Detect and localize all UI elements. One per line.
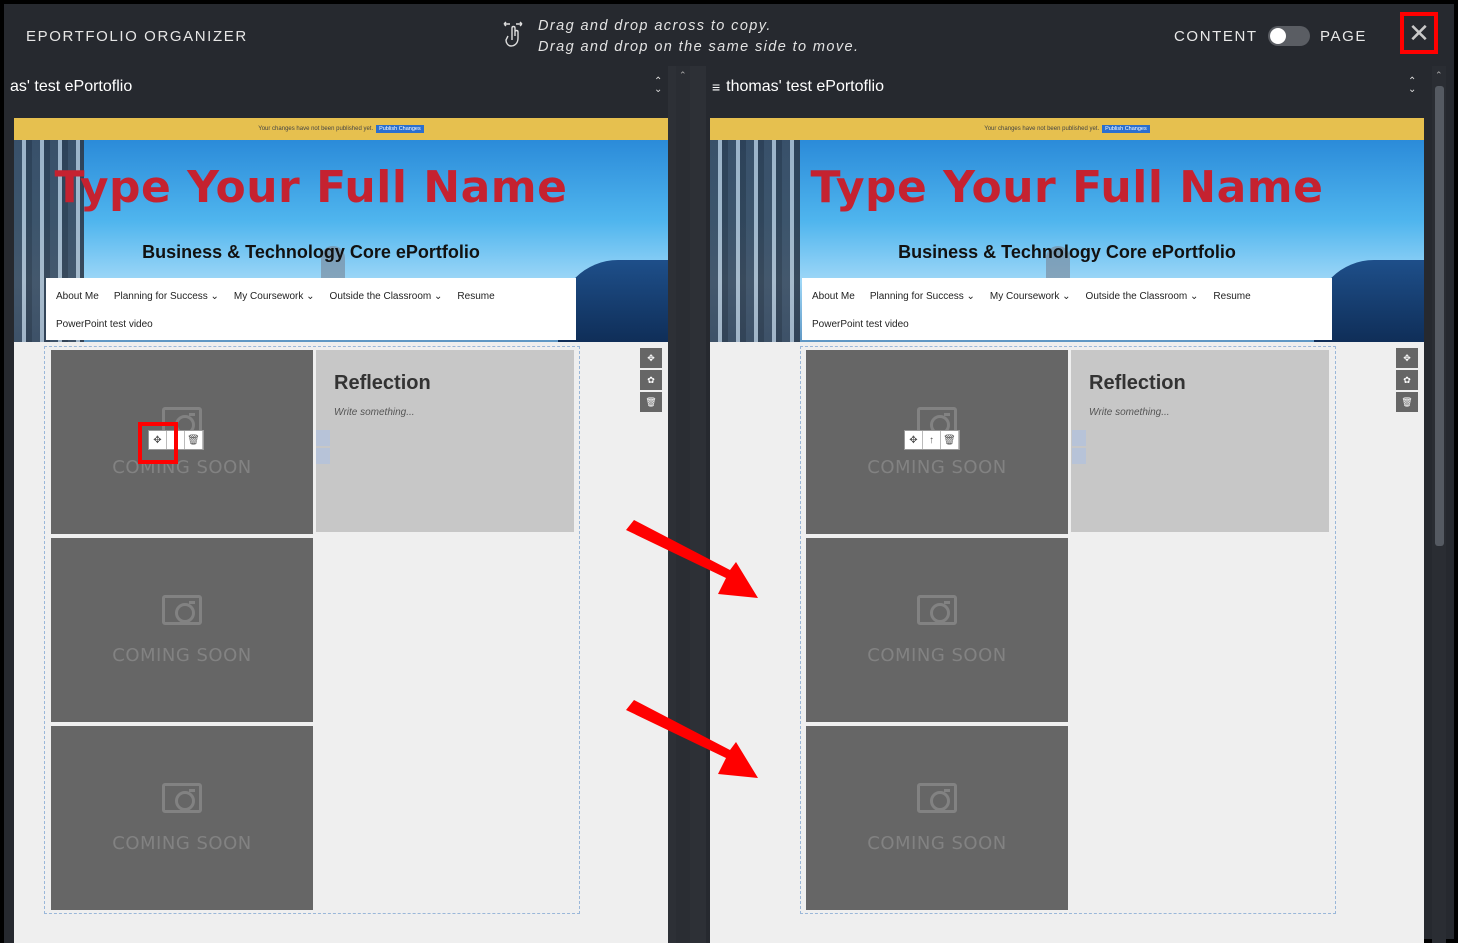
coming-soon-label: COMING SOON bbox=[112, 456, 252, 478]
coming-soon-label: COMING SOON bbox=[867, 644, 1007, 666]
block-toolbar: ✥ ↑ 🗑 bbox=[904, 430, 960, 450]
coming-soon-label: COMING SOON bbox=[867, 832, 1007, 854]
section-delete-icon[interactable]: 🗑 bbox=[640, 392, 662, 412]
right-portfolio-name: thomas' test ePortoflio bbox=[726, 78, 884, 95]
section-settings-icon[interactable]: ✿ bbox=[640, 370, 662, 390]
nav-powerpoint-test-video[interactable]: PowerPoint test video bbox=[812, 319, 909, 330]
photo-block[interactable]: COMING SOON bbox=[51, 538, 313, 722]
content-page-toggle[interactable] bbox=[1268, 26, 1310, 46]
right-portfolio-selector[interactable]: ≡ thomas' test ePortoflio ⌃ ⌄ bbox=[706, 66, 1424, 108]
site-subtitle: Business & Technology Core ePortfolio bbox=[142, 242, 480, 262]
left-scrollbar[interactable]: ⌃ bbox=[676, 66, 690, 943]
reflection-block[interactable]: Reflection Write something... bbox=[1071, 350, 1329, 532]
eportfolio-organizer-window: EPORTFOLIO ORGANIZER Drag and drop acros… bbox=[0, 0, 1458, 943]
close-icon: ✕ bbox=[1408, 18, 1430, 48]
section-delete-icon[interactable]: 🗑 bbox=[1396, 392, 1418, 412]
pane-divider: ⌃ bbox=[668, 66, 706, 943]
arrow-up-icon[interactable]: ↑ bbox=[923, 431, 941, 449]
coming-soon-label: COMING SOON bbox=[112, 832, 252, 854]
section-move-icon[interactable]: ✥ bbox=[1396, 348, 1418, 368]
left-pane: as' test ePortoflio ⌃ ⌄ Your changes have… bbox=[4, 66, 668, 943]
photo-block[interactable]: COMING SOON bbox=[806, 538, 1068, 722]
site-nav: About Me Planning for Success ⌄ My Cours… bbox=[46, 278, 576, 340]
left-page-preview: Your changes have not been published yet… bbox=[14, 118, 668, 943]
drag-hand-icon bbox=[503, 21, 523, 47]
nav-outside-the-classroom[interactable]: Outside the Classroom ⌄ bbox=[1086, 291, 1199, 302]
left-portfolio-name: as' test ePortoflio bbox=[10, 78, 133, 95]
site-name: Type Your Full Name bbox=[810, 162, 1324, 213]
scroll-up-icon[interactable]: ⌃ bbox=[1435, 70, 1443, 81]
section-toolbar: ✥ ✿ 🗑 bbox=[640, 348, 662, 412]
hint-move: Drag and drop on the same side to move. bbox=[538, 39, 860, 55]
building-image bbox=[710, 140, 800, 342]
right-pane: ≡ thomas' test ePortoflio ⌃ ⌄ Your change… bbox=[706, 66, 1424, 943]
section-move-icon[interactable]: ✥ bbox=[640, 348, 662, 368]
section-settings-icon[interactable]: ✿ bbox=[1396, 370, 1418, 390]
top-bar: EPORTFOLIO ORGANIZER Drag and drop acros… bbox=[4, 4, 1454, 66]
nav-my-coursework[interactable]: My Coursework ⌄ bbox=[990, 291, 1071, 302]
app-title: EPORTFOLIO ORGANIZER bbox=[26, 28, 248, 45]
site-name: Type Your Full Name bbox=[54, 162, 568, 213]
coming-soon-label: COMING SOON bbox=[112, 644, 252, 666]
site-subtitle: Business & Technology Core ePortfolio bbox=[898, 242, 1236, 262]
notice-text: Your changes have not been published yet… bbox=[984, 126, 1100, 132]
reflection-block[interactable]: Reflection Write something... bbox=[316, 350, 574, 532]
trash-icon[interactable]: 🗑 bbox=[185, 431, 203, 449]
nav-resume[interactable]: Resume bbox=[1213, 291, 1250, 302]
mode-page-label: PAGE bbox=[1320, 28, 1367, 45]
scroll-thumb[interactable] bbox=[1435, 86, 1444, 546]
camera-icon bbox=[917, 782, 957, 813]
hint-copy: Drag and drop across to copy. bbox=[538, 18, 772, 34]
move-icon[interactable]: ✥ bbox=[905, 431, 923, 449]
right-page-preview: Your changes have not been published yet… bbox=[710, 118, 1424, 943]
drag-hint-text: Drag and drop across to copy. Drag and d… bbox=[538, 16, 859, 58]
publish-changes-button[interactable]: Publish Changes bbox=[1102, 125, 1150, 133]
move-handle-highlight bbox=[138, 422, 178, 464]
nav-outside-the-classroom[interactable]: Outside the Classroom ⌄ bbox=[330, 291, 443, 302]
nav-planning-for-success[interactable]: Planning for Success ⌄ bbox=[114, 291, 219, 302]
nav-resume[interactable]: Resume bbox=[457, 291, 494, 302]
unpublished-notice: Your changes have not been published yet… bbox=[710, 118, 1424, 140]
column-handle[interactable] bbox=[1072, 430, 1086, 466]
camera-icon bbox=[162, 594, 202, 625]
list-icon: ≡ bbox=[712, 79, 721, 95]
nav-about-me[interactable]: About Me bbox=[812, 291, 855, 302]
photo-block[interactable]: COMING SOON bbox=[51, 726, 313, 910]
reflection-title: Reflection bbox=[1089, 372, 1186, 394]
publish-changes-button[interactable]: Publish Changes bbox=[376, 125, 424, 133]
section-toolbar: ✥ ✿ 🗑 bbox=[1396, 348, 1418, 412]
scroll-up-icon[interactable]: ⌃ bbox=[679, 70, 687, 81]
mode-content-label: CONTENT bbox=[1174, 28, 1258, 45]
unpublished-notice: Your changes have not been published yet… bbox=[14, 118, 668, 140]
camera-icon bbox=[917, 594, 957, 625]
nav-my-coursework[interactable]: My Coursework ⌄ bbox=[234, 291, 315, 302]
camera-icon bbox=[162, 782, 202, 813]
reflection-body: Write something... bbox=[1089, 407, 1170, 418]
right-scrollbar[interactable]: ⌃ bbox=[1432, 66, 1446, 943]
toggle-knob bbox=[1270, 28, 1286, 44]
column-handle[interactable] bbox=[316, 430, 330, 466]
select-arrows-icon: ⌃ ⌄ bbox=[654, 76, 663, 95]
nav-planning-for-success[interactable]: Planning for Success ⌄ bbox=[870, 291, 975, 302]
reflection-body: Write something... bbox=[334, 407, 415, 418]
site-nav: About Me Planning for Success ⌄ My Cours… bbox=[802, 278, 1332, 340]
select-arrows-icon: ⌃ ⌄ bbox=[1408, 76, 1417, 95]
close-button[interactable]: ✕ bbox=[1400, 12, 1438, 54]
left-portfolio-selector[interactable]: as' test ePortoflio ⌃ ⌄ bbox=[4, 66, 668, 108]
trash-icon[interactable]: 🗑 bbox=[941, 431, 959, 449]
annotation-arrow-icon bbox=[626, 700, 758, 778]
annotation-arrow-icon bbox=[626, 520, 758, 598]
nav-about-me[interactable]: About Me bbox=[56, 291, 99, 302]
reflection-title: Reflection bbox=[334, 372, 431, 394]
photo-block[interactable]: COMING SOON bbox=[806, 726, 1068, 910]
coming-soon-label: COMING SOON bbox=[867, 456, 1007, 478]
notice-text: Your changes have not been published yet… bbox=[258, 126, 374, 132]
nav-powerpoint-test-video[interactable]: PowerPoint test video bbox=[56, 319, 153, 330]
